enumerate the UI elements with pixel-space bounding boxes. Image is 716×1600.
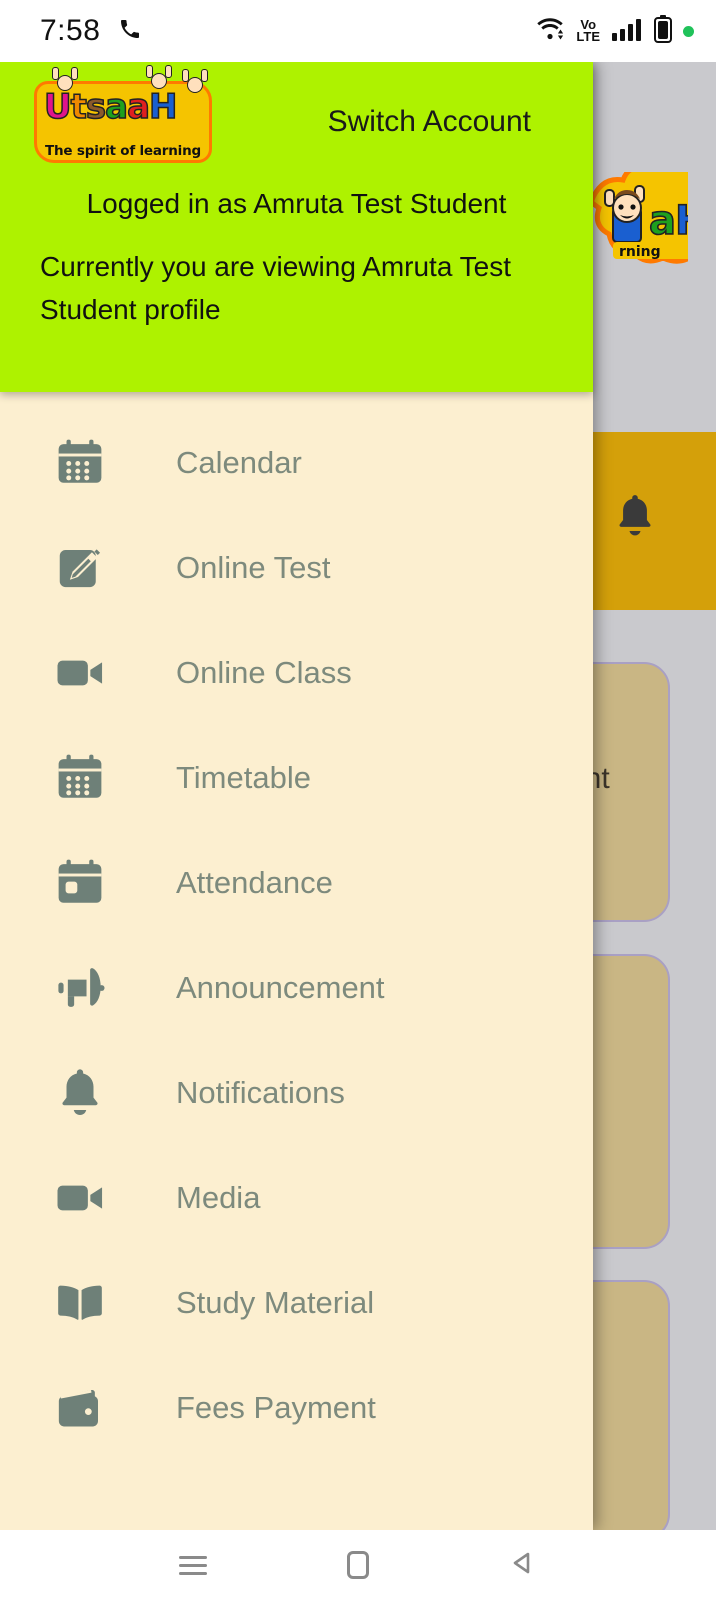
green-dot-indicator <box>683 25 694 37</box>
calendar-icon <box>52 750 108 806</box>
calendar-icon <box>52 435 108 491</box>
menu-item-label: Online Test <box>176 549 331 585</box>
menu-item-online-test[interactable]: Online Test <box>0 515 593 620</box>
open-book-icon <box>52 1275 108 1331</box>
megaphone-icon <box>52 960 108 1016</box>
menu-item-media[interactable]: Media <box>0 1145 593 1250</box>
menu-item-timetable[interactable]: Timetable <box>0 725 593 830</box>
status-bar-left: 7:58 <box>40 14 142 48</box>
drawer-header: UtsaaH The spirit of learning Switch Acc… <box>0 62 593 392</box>
phone-icon <box>118 17 142 46</box>
menu-item-attendance[interactable]: Attendance <box>0 830 593 935</box>
menu-item-study-material[interactable]: Study Material <box>0 1250 593 1355</box>
menu-item-label: Timetable <box>176 759 311 795</box>
menu-item-announcement[interactable]: Announcement <box>0 935 593 1040</box>
navigation-drawer: UtsaaH The spirit of learning Switch Acc… <box>0 62 593 1530</box>
hamburger-icon <box>178 1551 207 1580</box>
video-camera-icon <box>52 645 108 701</box>
background-app-logo: H a rning <box>583 172 688 267</box>
status-bar-clock: 7:58 <box>40 14 101 47</box>
wallet-icon <box>52 1380 108 1436</box>
menu-item-online-class[interactable]: Online Class <box>0 620 593 725</box>
recent-apps-button[interactable] <box>170 1542 216 1588</box>
menu-item-fees-payment[interactable]: Fees Payment <box>0 1355 593 1460</box>
calendar-check-icon <box>52 855 108 911</box>
logo-letter: a <box>126 86 150 128</box>
back-button[interactable] <box>500 1542 546 1588</box>
home-button[interactable] <box>335 1542 381 1588</box>
svg-text:rning: rning <box>619 244 661 260</box>
signal-icon <box>611 17 643 46</box>
drawer-menu: Calendar Online Test Online Class Timeta… <box>0 392 593 1460</box>
menu-item-label: Fees Payment <box>176 1389 376 1425</box>
menu-item-label: Study Material <box>176 1284 375 1320</box>
currently-viewing-text: Currently you are viewing Amruta Test St… <box>40 251 512 325</box>
menu-item-label: Notifications <box>176 1074 345 1110</box>
wifi-icon <box>535 16 565 47</box>
logo-letter: a <box>104 86 128 128</box>
status-bar: 7:58 Vo LTE <box>0 0 716 62</box>
menu-item-label: Online Class <box>176 654 352 690</box>
menu-item-label: Media <box>176 1179 261 1215</box>
drawer-header-top-row: UtsaaH The spirit of learning Switch Acc… <box>0 62 593 182</box>
phone-screen: 7:58 Vo LTE a rning UtsaaH The spirit of… <box>0 0 716 1600</box>
svg-text:a: a <box>649 198 676 244</box>
background-app-bell-icon <box>613 492 657 545</box>
status-bar-right: Vo LTE <box>535 14 694 48</box>
menu-item-notifications[interactable]: Notifications <box>0 1040 593 1145</box>
battery-icon <box>654 14 672 48</box>
logo-letter: H <box>148 86 178 128</box>
menu-item-label: Calendar <box>176 444 302 480</box>
switch-account-button[interactable]: Switch Account <box>328 105 531 139</box>
utsaah-logo: UtsaaH The spirit of learning <box>34 65 212 163</box>
menu-item-label: Attendance <box>176 864 333 900</box>
menu-item-calendar[interactable]: Calendar <box>0 410 593 515</box>
back-triangle-icon <box>509 1549 537 1582</box>
logged-in-text: Logged in as Amruta Test Student <box>86 188 507 219</box>
volte-icon: Vo LTE <box>576 16 600 44</box>
home-square-icon <box>346 1551 369 1579</box>
system-navigation-bar <box>0 1530 716 1600</box>
logo-tagline: The spirit of learning <box>45 143 201 159</box>
svg-text:H: H <box>675 198 688 244</box>
video-camera-icon <box>52 1170 108 1226</box>
logo-letter: U <box>43 86 72 128</box>
logo-letter: s <box>85 86 107 128</box>
bell-icon <box>52 1065 108 1121</box>
logo-letter: t <box>70 86 88 128</box>
logo-wordmark: UtsaaH <box>43 86 204 128</box>
note-pencil-icon <box>52 540 108 596</box>
menu-item-label: Announcement <box>176 969 385 1005</box>
